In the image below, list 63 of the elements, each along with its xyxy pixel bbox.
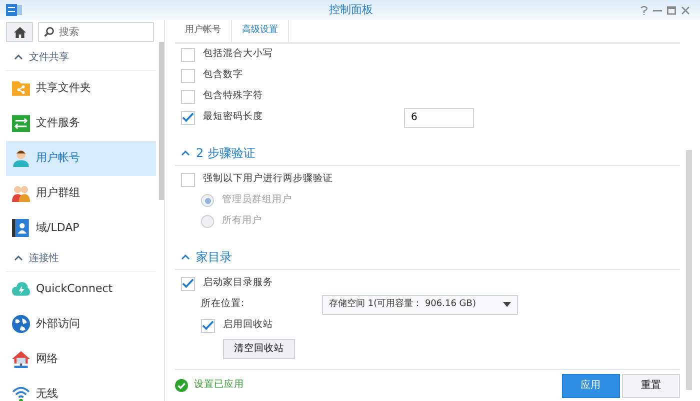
users-icon [12,184,30,202]
checkbox[interactable] [201,318,215,332]
scrollbar[interactable] [159,42,164,200]
help-icon[interactable] [640,6,648,14]
globe-icon [12,315,30,333]
close-icon[interactable] [681,6,690,14]
chevron-icon[interactable] [14,54,23,60]
sidebar-item[interactable]: 共享文件夹 [6,70,156,106]
app-icon [6,3,22,17]
checkbox[interactable] [181,172,195,186]
checkbox[interactable] [181,48,195,62]
reset-button[interactable]: 重置 [622,374,680,398]
success-icon [175,379,188,392]
caret-icon [503,302,511,307]
checkbox-label: 启用回收站 [223,318,273,332]
storage-dropdown[interactable]: 存储空间 1(可用容量： 906.16 GB) [322,294,518,314]
section-title: 家目录 [196,248,232,266]
checkbox-label: 最短密码长度 [203,110,263,124]
sidebar-item[interactable]: 用户帐号 [6,140,156,176]
cloud-icon [12,280,30,298]
wifi-icon [12,385,30,401]
sidebar-item[interactable]: QuickConnect [6,272,156,306]
home-button[interactable] [6,22,33,42]
maximize-icon[interactable] [667,6,676,14]
section-title: 2 步骤验证 [196,144,256,162]
status-text: 设置已应用 [194,378,244,392]
search-field[interactable]: 搜索 [38,22,154,42]
chevron-icon[interactable] [181,254,190,260]
folder-icon [12,79,30,97]
number-field[interactable]: 6 [404,108,474,128]
chevron-icon[interactable] [181,150,190,156]
search-icon [44,27,54,37]
chevron-icon[interactable] [14,255,23,261]
home-icon [14,26,26,38]
sidebar-item[interactable]: 文件服务 [6,106,156,140]
window-title: 控制面板 [328,2,374,18]
empty-recycle-bin-button[interactable]: 清空回收站 [223,338,295,360]
sidebar-item[interactable]: 域/LDAP [6,210,156,246]
checkbox[interactable] [181,110,195,124]
checkbox-label: 包括混合大小写 [203,47,273,62]
checkbox-label: 包含数字 [203,68,243,82]
checkbox[interactable] [181,90,195,104]
checkbox-label: 强制以下用户进行两步骤验证 [203,172,333,186]
checkbox[interactable] [181,276,195,290]
arrows-icon [12,114,30,132]
section-header: 文件共享 [29,50,69,64]
sidebar-item[interactable]: 外部访问 [6,306,156,342]
radio-label: 所有用户 [222,214,262,228]
sidebar-item[interactable]: 无线 [6,376,156,401]
network-icon [12,350,30,368]
sidebar-item[interactable]: 网络 [6,342,156,376]
section-header: 连接性 [29,252,59,266]
field-label: 所在位置: [201,297,244,312]
sidebar-item[interactable]: 用户群组 [6,176,156,210]
radio-label: 管理员群组用户 [222,193,292,208]
checkbox-label: 包含特殊字符 [203,89,263,104]
contact-book-icon [12,219,30,237]
checkbox-label: 启动家目录服务 [203,276,273,290]
checkbox[interactable] [181,68,195,82]
tab[interactable]: 高级设置 [232,20,289,42]
tab[interactable]: 用户帐号 [175,20,232,42]
scrollbar[interactable] [686,150,692,390]
user-icon [12,149,30,167]
